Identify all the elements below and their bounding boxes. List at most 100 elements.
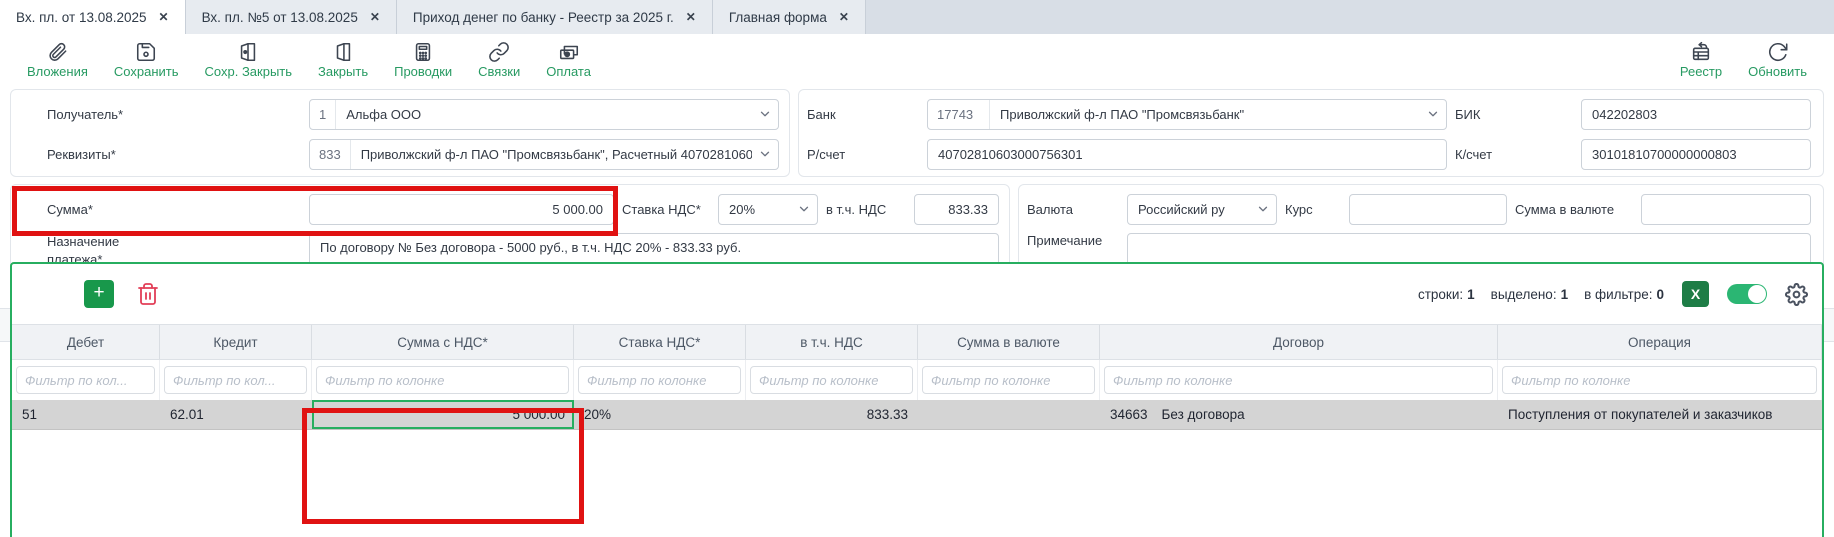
cell-vat-included[interactable]: 833.33	[746, 400, 918, 429]
requisites-field[interactable]: 833 Приволжский ф-л ПАО "Промсвязьбанк",…	[309, 139, 779, 170]
tab-incoming-payment-5[interactable]: Вх. пл. №5 от 13.08.2025 ✕	[186, 0, 397, 34]
vat-rate-select[interactable]: 20%	[718, 194, 818, 225]
tab-bank-register[interactable]: Приход денег по банку - Реестр за 2025 г…	[397, 0, 713, 34]
selected-count: 1	[1561, 287, 1569, 302]
filter-input-amount-vat[interactable]	[316, 366, 569, 394]
vat-rate-label: Ставка НДС*	[622, 202, 710, 217]
filter-toggle[interactable]	[1727, 284, 1767, 304]
close-button[interactable]: Закрыть	[305, 39, 381, 81]
tab-bar: Вх. пл. от 13.08.2025 ✕ Вх. пл. №5 от 13…	[0, 0, 1834, 34]
cell-vat-rate[interactable]: 20%	[574, 400, 746, 429]
currency-value: Российский ру	[1128, 202, 1250, 217]
column-header-credit[interactable]: Кредит	[160, 325, 312, 359]
tab-close-icon[interactable]: ✕	[686, 10, 696, 24]
button-label: Оплата	[546, 64, 591, 79]
column-header-contract[interactable]: Договор	[1100, 325, 1498, 359]
button-label: Реестр	[1680, 64, 1722, 79]
table-header-row: Дебет Кредит Сумма с НДС* Ставка НДС* в …	[12, 324, 1822, 360]
save-close-button[interactable]: Сохр. Закрыть	[192, 39, 306, 81]
refresh-button[interactable]: Обновить	[1735, 39, 1820, 81]
column-header-debit[interactable]: Дебет	[12, 325, 160, 359]
button-label: Закрыть	[318, 64, 368, 79]
button-label: Сохр. Закрыть	[205, 64, 293, 79]
tab-close-icon[interactable]: ✕	[370, 10, 380, 24]
tab-label: Приход денег по банку - Реестр за 2025 г…	[413, 10, 674, 25]
cell-operation[interactable]: Поступления от покупателей и заказчиков	[1498, 400, 1822, 429]
trash-icon	[136, 282, 160, 306]
chevron-down-icon[interactable]	[1420, 107, 1446, 121]
account-input[interactable]	[927, 139, 1447, 170]
bank-group: Банк 17743 Приволжский ф-л ПАО "Промсвяз…	[798, 89, 1824, 177]
account-label: Р/счет	[807, 147, 919, 162]
save-icon	[135, 41, 157, 63]
requisites-name: Приволжский ф-л ПАО "Промсвязьбанк", Рас…	[351, 147, 752, 162]
chevron-down-icon[interactable]	[752, 107, 778, 121]
cell-amount-vat-selected[interactable]: 5 000.00	[312, 400, 574, 429]
recipient-field[interactable]: 1 Альфа ООО	[309, 99, 779, 130]
delete-row-button[interactable]	[136, 282, 160, 306]
payment-button[interactable]: Оплата	[533, 39, 604, 81]
filter-input-contract[interactable]	[1104, 366, 1493, 394]
vat-included-input[interactable]	[914, 194, 999, 225]
tab-close-icon[interactable]: ✕	[159, 10, 169, 24]
document-toolbar: Вложения Сохранить Сохр. Закрыть Закрыть…	[0, 34, 1834, 86]
button-label: Вложения	[27, 64, 88, 79]
amount-currency-input[interactable]	[1641, 194, 1811, 225]
table-row[interactable]: 51 62.01 5 000.00 20% 833.33 34663 Без д…	[12, 400, 1822, 430]
calculator-icon	[412, 41, 434, 63]
chevron-down-icon[interactable]	[752, 147, 778, 161]
column-header-vat-included[interactable]: в т.ч. НДС	[746, 325, 918, 359]
contract-code: 34663	[1110, 407, 1148, 422]
chevron-down-icon[interactable]	[1250, 202, 1276, 216]
tab-incoming-payment-date[interactable]: Вх. пл. от 13.08.2025 ✕	[0, 0, 186, 34]
currency-label: Валюта	[1027, 202, 1119, 217]
cell-contract[interactable]: 34663 Без договора	[1100, 400, 1498, 429]
rate-input[interactable]	[1349, 194, 1507, 225]
save-close-door-icon	[237, 41, 259, 63]
currency-select[interactable]: Российский ру	[1127, 194, 1277, 225]
filter-input-amount-currency[interactable]	[922, 366, 1095, 394]
recipient-group: Получатель* 1 Альфа ООО Реквизиты* 833 П…	[10, 89, 790, 177]
bank-code: 17743	[928, 100, 990, 129]
filter-input-debit[interactable]	[16, 366, 155, 394]
column-header-operation[interactable]: Операция	[1498, 325, 1822, 359]
requisites-code: 833	[310, 140, 351, 169]
cell-amount-currency[interactable]	[918, 400, 1100, 429]
bik-input[interactable]	[1581, 99, 1811, 130]
filtered-count: 0	[1656, 287, 1664, 302]
add-row-button[interactable]: +	[84, 280, 114, 308]
links-button[interactable]: Связки	[465, 39, 533, 81]
amount-input[interactable]	[309, 194, 614, 225]
filter-input-vat-rate[interactable]	[578, 366, 741, 394]
tab-main-form[interactable]: Главная форма ✕	[713, 0, 866, 34]
corr-account-label: К/счет	[1455, 147, 1573, 162]
rate-label: Курс	[1285, 202, 1341, 217]
postings-button[interactable]: Проводки	[381, 39, 465, 81]
bank-field[interactable]: 17743 Приволжский ф-л ПАО "Промсвязьбанк…	[927, 99, 1447, 130]
column-header-amount-currency[interactable]: Сумма в валюте	[918, 325, 1100, 359]
chevron-down-icon[interactable]	[791, 202, 817, 216]
toggle-knob	[1748, 285, 1766, 303]
rows-count: 1	[1467, 287, 1475, 302]
bik-label: БИК	[1455, 107, 1573, 122]
amount-currency-label: Сумма в валюте	[1515, 202, 1633, 217]
grid-settings-button[interactable]	[1785, 283, 1808, 306]
attachments-button[interactable]: Вложения	[14, 39, 101, 81]
recipient-name: Альфа ООО	[336, 107, 752, 122]
tab-close-icon[interactable]: ✕	[839, 10, 849, 24]
registry-button[interactable]: Реестр	[1667, 39, 1735, 81]
excel-export-button[interactable]: X	[1682, 281, 1709, 307]
filter-input-vat-included[interactable]	[750, 366, 913, 394]
grid-toolbar: + строки:1 выделено:1 в фильтре:0 X	[12, 264, 1822, 324]
filter-input-operation[interactable]	[1502, 366, 1817, 394]
cell-debit[interactable]: 51	[12, 400, 160, 429]
corr-account-input[interactable]	[1581, 139, 1811, 170]
column-header-vat-rate[interactable]: Ставка НДС*	[574, 325, 746, 359]
filter-input-credit[interactable]	[164, 366, 307, 394]
note-label: Примечание	[1027, 233, 1119, 248]
column-header-amount-vat[interactable]: Сумма с НДС*	[312, 325, 574, 359]
cell-credit[interactable]: 62.01	[160, 400, 312, 429]
save-button[interactable]: Сохранить	[101, 39, 192, 81]
amounts-grid-panel: + строки:1 выделено:1 в фильтре:0 X	[10, 262, 1824, 537]
bank-label: Банк	[807, 107, 919, 122]
